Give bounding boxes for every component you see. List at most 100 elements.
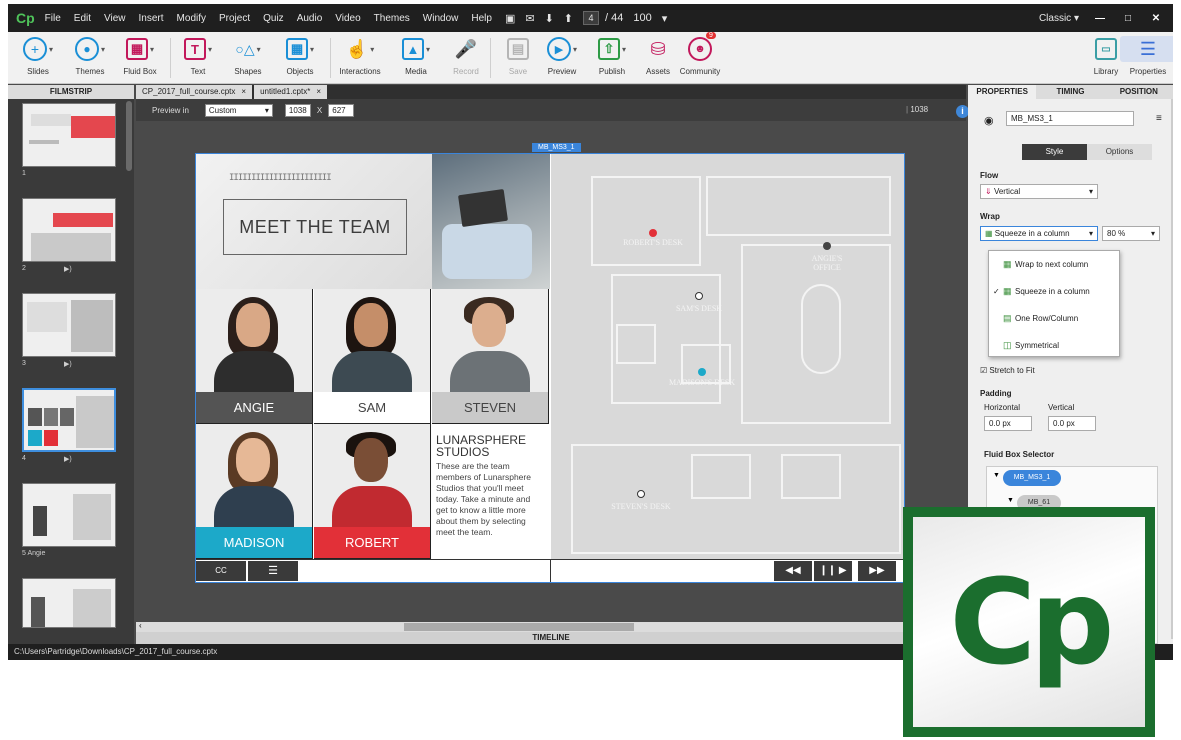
style-tab[interactable]: Style (1022, 144, 1087, 160)
padding-horizontal-input[interactable]: 0.0 px (984, 416, 1032, 431)
filmstrip-scrollbar[interactable] (126, 101, 132, 171)
timeline-panel[interactable]: TIMELINE (136, 632, 966, 644)
stevens-desk-label: STEVEN'S DESK (611, 502, 671, 511)
rewind-icon[interactable]: ◀◀ (774, 561, 812, 581)
team-card-robert[interactable]: ROBERT (314, 424, 431, 559)
menu-themes[interactable]: Themes (374, 13, 410, 24)
stretch-to-fit-checkbox[interactable]: ☑ Stretch to Fit (980, 366, 1035, 375)
menu-audio[interactable]: Audio (297, 13, 323, 24)
forward-icon[interactable]: ▶▶ (858, 561, 896, 581)
wrap-option[interactable]: ▦ Wrap to next column (989, 251, 1119, 278)
menu-help[interactable]: Help (471, 13, 492, 24)
team-card-sam[interactable]: SAM (314, 289, 431, 424)
slide-thumbnail[interactable]: 5 Angie (22, 483, 116, 560)
tab-properties[interactable]: PROPERTIES (968, 85, 1037, 99)
minimize-icon[interactable]: — (1089, 13, 1111, 24)
shapes-button[interactable]: ○△ ▾ Shapes (220, 36, 276, 77)
tab-untitled1[interactable]: untitled1.cptx* × (254, 85, 327, 99)
wrap-select[interactable]: ▦ Squeeze in a column ▾ (980, 226, 1098, 241)
width-input[interactable]: 1038 (284, 103, 311, 117)
menu-modify[interactable]: Modify (177, 13, 206, 24)
workspace-switcher[interactable]: Classic ▾ (1039, 13, 1079, 24)
flow-label: Flow (980, 171, 999, 180)
objects-button[interactable]: ▦ ▾ Objects (272, 36, 328, 76)
slide-stage[interactable]: IIIIIIIIIIIIIIIIIIIIIII MEET THE TEAM AN… (195, 153, 905, 583)
screen-icon[interactable]: ▣ (505, 12, 515, 25)
fluid-box-button[interactable]: ▦ ▾ Fluid Box (112, 36, 168, 76)
tree-node-selected[interactable]: MB_MS3_1 (1003, 470, 1061, 486)
options-tab[interactable]: Options (1087, 144, 1152, 160)
wrap-option[interactable]: ▤ One Row/Column (989, 305, 1119, 332)
arrow-up-icon[interactable]: ⬆ (564, 12, 573, 25)
tab-timing[interactable]: TIMING (1036, 85, 1104, 99)
mail-icon[interactable]: ✉ (525, 12, 534, 25)
media-button[interactable]: ▲ ▾ Media (388, 36, 444, 76)
madison-desk-marker[interactable] (698, 368, 706, 376)
company-title: LUNARSPHERE STUDIOS (436, 433, 527, 459)
slides-button[interactable]: + ▾ Slides (10, 36, 66, 76)
team-card-steven[interactable]: STEVEN (432, 289, 549, 424)
tab-cp-2017-full-course[interactable]: CP_2017_full_course.cptx × (136, 85, 253, 99)
menu-file[interactable]: File (45, 13, 61, 24)
wrap-option[interactable]: ◫ Symmetrical (989, 332, 1119, 359)
text-button[interactable]: T ▾ Text (170, 36, 226, 76)
slide-number-input[interactable]: 4 (583, 11, 600, 25)
zoom-level[interactable]: 100 (633, 12, 651, 24)
menu-quiz[interactable]: Quiz (263, 13, 284, 24)
text-icon: T (183, 38, 206, 60)
sam-desk-marker[interactable] (695, 292, 703, 300)
angie-office-marker[interactable] (823, 242, 831, 250)
wrap-percent-select[interactable]: 80 % ▾ (1102, 226, 1160, 241)
device-select[interactable]: Custom ▾ (204, 103, 273, 117)
flow-vertical-icon: ⇓ (985, 187, 992, 196)
steven-desk-marker[interactable] (637, 490, 645, 498)
tab-position[interactable]: POSITION (1105, 85, 1173, 99)
slide-thumbnail-selected[interactable]: 4 ▶) (22, 388, 116, 465)
tree-expand-icon[interactable]: ▼ (993, 472, 1000, 479)
zoom-dropdown-icon[interactable]: ▾ (662, 12, 668, 25)
maximize-icon[interactable]: □ (1117, 13, 1139, 24)
menu-insert[interactable]: Insert (139, 13, 164, 24)
height-input[interactable]: 627 (328, 103, 355, 117)
playbar: CC ☰ ◀◀ ❙❙ ▶ ▶▶ (196, 559, 904, 582)
properties-scrollbar[interactable] (1171, 99, 1173, 639)
properties-button[interactable]: ☰ Properties (1120, 36, 1173, 76)
community-button[interactable]: ☻ 9 Community (672, 32, 728, 76)
menu-icon[interactable]: ☰ (248, 561, 298, 581)
menu-view[interactable]: View (104, 13, 126, 24)
visibility-icon[interactable]: ◉ (984, 114, 994, 127)
menu-edit[interactable]: Edit (74, 13, 91, 24)
tree-expand-icon[interactable]: ▼ (1007, 497, 1014, 504)
wrap-option-selected[interactable]: ✓ ▦ Squeeze in a column (989, 278, 1119, 305)
menu-project[interactable]: Project (219, 13, 250, 24)
scroll-thumb[interactable] (404, 623, 634, 631)
interactions-button[interactable]: ☝ ▾ Interactions (332, 36, 388, 77)
preview-button[interactable]: ▶ ▾ Preview (534, 36, 590, 76)
slide-thumbnail[interactable]: 1 (22, 103, 116, 180)
close-tab-icon[interactable]: × (316, 87, 321, 96)
option-label: Symmetrical (1015, 341, 1060, 350)
closed-captions-button[interactable]: CC (196, 561, 246, 581)
padding-vertical-input[interactable]: 0.0 px (1048, 416, 1096, 431)
robert-desk-marker[interactable] (649, 229, 657, 237)
panel-menu-icon[interactable]: ≡ (1156, 113, 1162, 124)
arrow-down-icon[interactable]: ⬇ (545, 12, 554, 25)
slide-thumbnail[interactable] (22, 578, 116, 628)
team-card-madison[interactable]: MADISON (196, 424, 313, 559)
object-name-input[interactable]: MB_MS3_1 (1006, 111, 1134, 126)
record-button[interactable]: 🎤 Record (438, 36, 494, 77)
slide-thumbnail[interactable]: 3 ▶) (22, 293, 116, 370)
menu-video[interactable]: Video (335, 13, 360, 24)
menu-window[interactable]: Window (423, 13, 459, 24)
flow-select[interactable]: ⇓ Vertical ▾ (980, 184, 1098, 199)
play-pause-icon[interactable]: ❙❙ ▶ (814, 561, 852, 581)
interactions-label: Interactions (339, 67, 381, 76)
scroll-left-icon[interactable]: ‹ (139, 621, 142, 630)
close-tab-icon[interactable]: × (241, 87, 246, 96)
team-card-angie[interactable]: ANGIE (196, 289, 313, 424)
slide-title-box[interactable]: MEET THE TEAM (223, 199, 407, 255)
close-icon[interactable]: ✕ (1145, 13, 1167, 24)
themes-button[interactable]: ● ▾ Themes (62, 36, 118, 76)
slide-thumbnail[interactable]: 2 ▶) (22, 198, 116, 275)
horizontal-scrollbar[interactable]: ‹ (136, 621, 966, 632)
